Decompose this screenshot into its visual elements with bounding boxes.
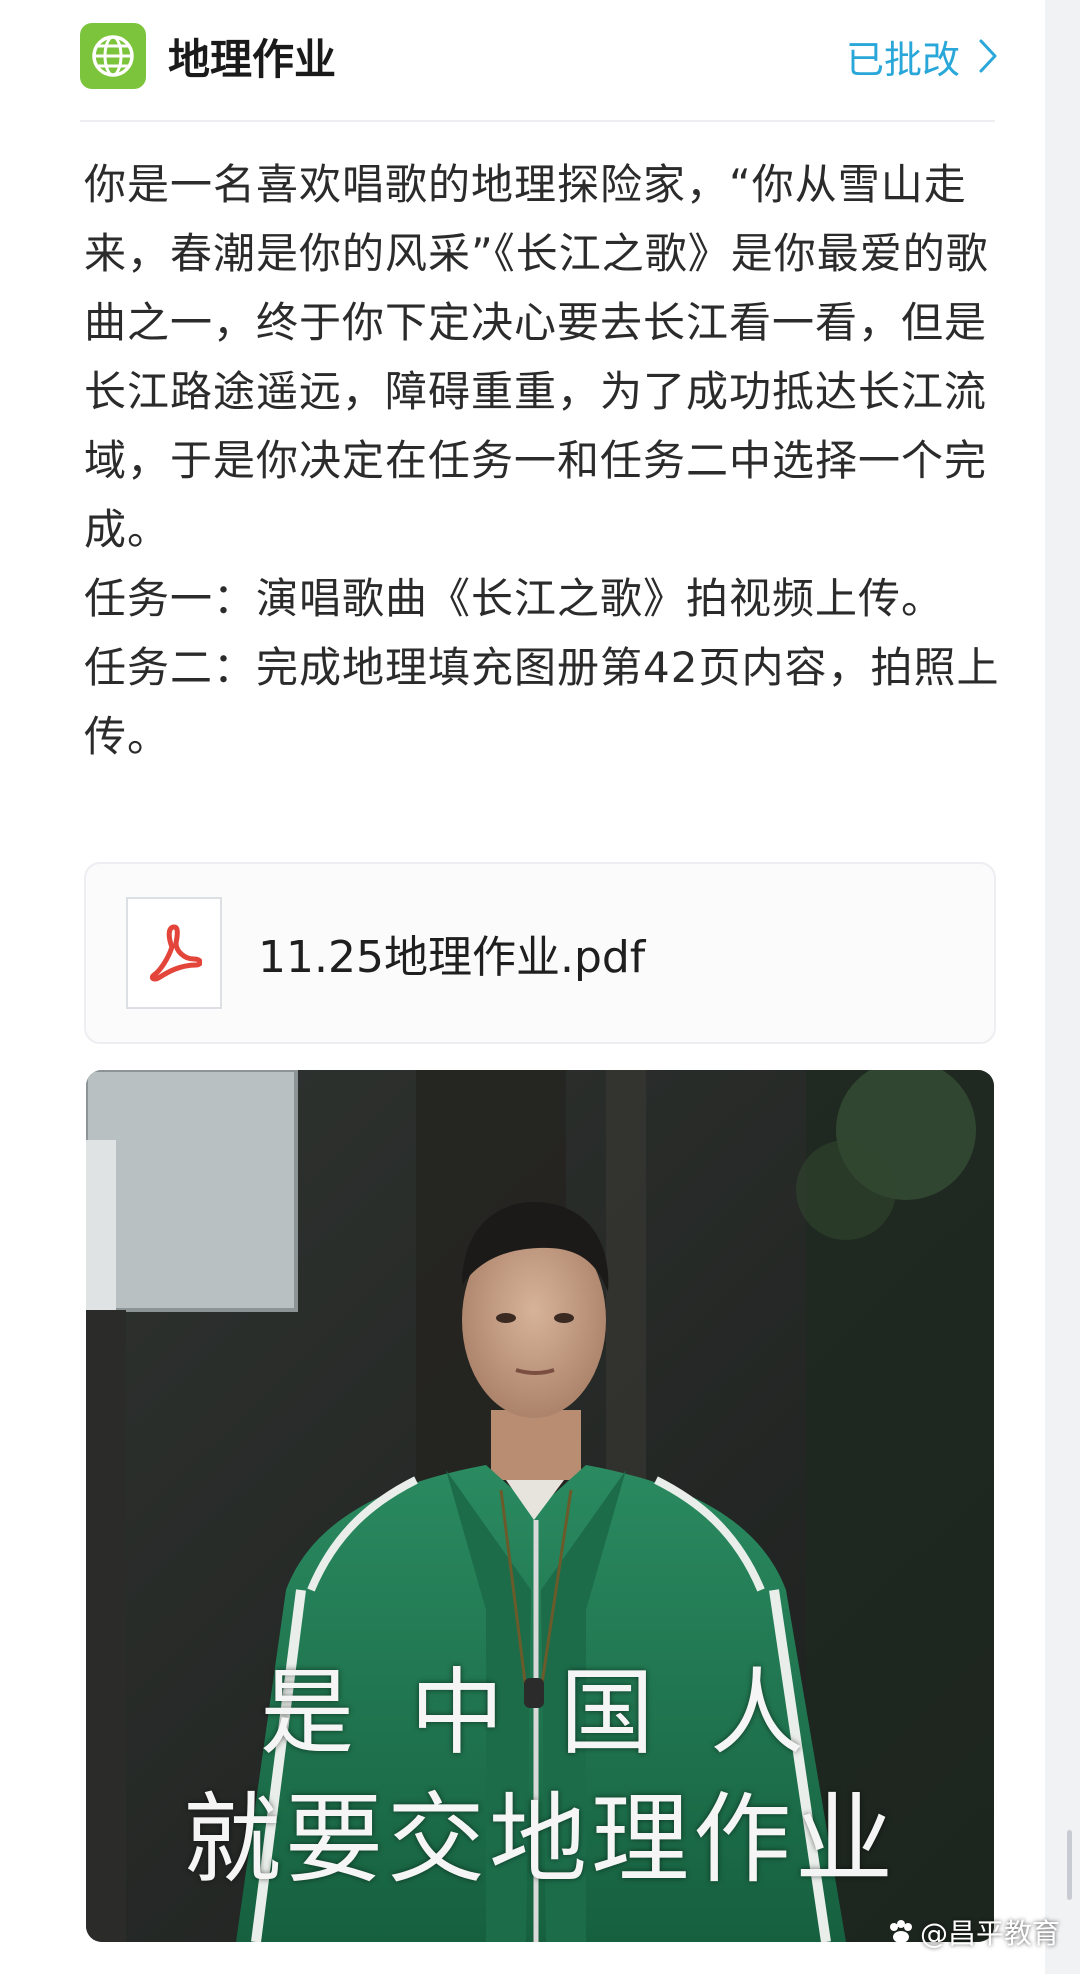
paw-icon xyxy=(886,1919,916,1945)
watermark-text: @昌平教育 xyxy=(919,1917,1060,1950)
page-side-gutter xyxy=(1045,0,1080,1974)
meme-image[interactable]: 是中国人 就要交地理作业 xyxy=(86,1070,994,1942)
subject-title: 地理作业 xyxy=(168,34,337,84)
attachment-file-name: 11.25地理作业.pdf xyxy=(258,932,646,983)
homework-card: 地理作业 已批改 你是一名喜欢唱歌的地理探险家，“你从雪山走来，春潮是你的风采”… xyxy=(0,0,1045,1974)
header-divider xyxy=(80,120,995,122)
assignment-intro: 你是一名喜欢唱歌的地理探险家，“你从雪山走来，春潮是你的风采”《长江之歌》是你最… xyxy=(84,160,989,554)
globe-icon xyxy=(80,23,146,89)
scrollbar-thumb[interactable] xyxy=(1067,1830,1072,1900)
meme-caption-line-1: 是中国人 xyxy=(259,1659,860,1768)
meme-caption-line-2: 就要交地理作业 xyxy=(182,1783,897,1897)
pdf-attachment[interactable]: 11.25地理作业.pdf xyxy=(84,862,996,1044)
chevron-right-icon xyxy=(978,37,1000,75)
graded-status-label: 已批改 xyxy=(845,37,960,82)
assignment-description: 你是一名喜欢唱歌的地理探险家，“你从雪山走来，春潮是你的风采”《长江之歌》是你最… xyxy=(84,150,1000,771)
pdf-icon xyxy=(126,897,222,1009)
source-watermark: @昌平教育 xyxy=(886,1912,1060,1952)
task-two: 任务二：完成地理填充图册第42页内容，拍照上传。 xyxy=(84,643,1000,761)
task-one: 任务一：演唱歌曲《长江之歌》拍视频上传。 xyxy=(84,574,945,623)
graded-status-link[interactable]: 已批改 xyxy=(846,29,1000,84)
homework-header: 地理作业 已批改 xyxy=(80,22,1000,90)
